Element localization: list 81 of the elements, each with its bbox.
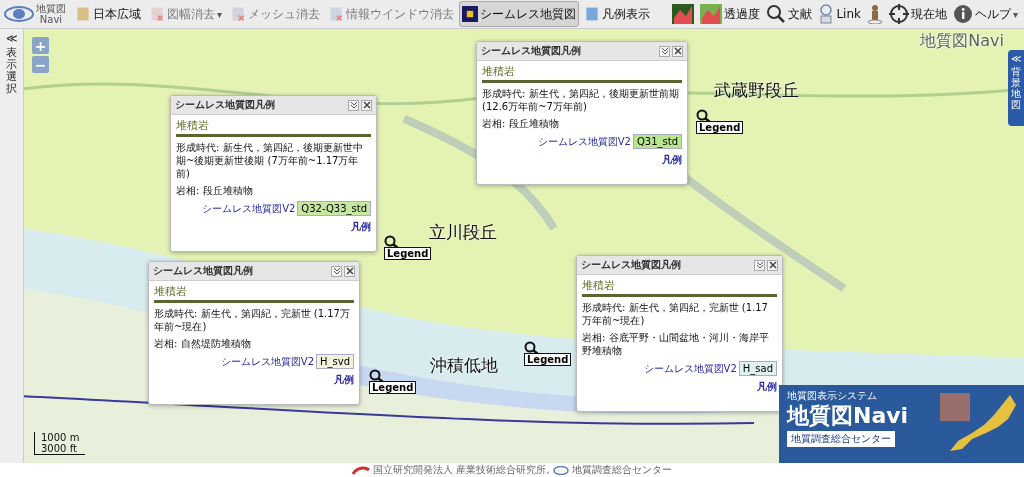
rock-type-heading: 堆積岩: [482, 64, 682, 83]
toolbar-icon: [149, 6, 165, 22]
map-title: 地質図Navi: [920, 31, 1004, 52]
toolbar-icon: [230, 6, 247, 22]
lithology-text: 岩相: 谷底平野・山間盆地・河川・海岸平野堆積物: [582, 331, 770, 357]
legend-link[interactable]: 凡例: [351, 220, 371, 234]
toolbar-button[interactable]: ヘルプ ▾: [950, 1, 1020, 27]
toolbar-button[interactable]: 透過度: [698, 1, 763, 27]
toolbar-icon: [584, 6, 601, 22]
formation-age-text: 形成時代: 新生代，第四紀，完新世 (1.17万年前~現在): [154, 307, 351, 333]
source-link[interactable]: シームレス地質図V2: [202, 201, 296, 216]
footer-text: 国立研究開発法人 産業技術総合研究所,: [373, 463, 550, 477]
formation-age-text: 形成時代: 新生代，第四紀，後期更新世前期 (12.6万年前~7万年前): [482, 87, 680, 113]
search-icon: [766, 4, 787, 24]
formation-age-text: 形成時代: 新生代，第四紀，完新世 (1.17万年前~現在): [582, 301, 769, 327]
scale-bar: 1000 m 3000 ft: [34, 432, 86, 455]
collapse-button[interactable]: [331, 265, 342, 277]
banner-subtitle: 地質図表示システム: [787, 389, 878, 403]
legend-code: H_sad: [738, 361, 777, 376]
pin-icon: [818, 4, 835, 24]
collapse-button[interactable]: [659, 45, 670, 57]
magnifier-icon: [384, 235, 400, 249]
toolbar-button[interactable]: 文献: [764, 1, 815, 27]
close-button[interactable]: [361, 99, 372, 111]
map-label: 武蔵野段丘: [714, 79, 799, 102]
legend-link[interactable]: 凡例: [334, 373, 354, 387]
logo-subtitle: Navi: [39, 14, 63, 25]
footer-text: 地質調査総合センター: [571, 463, 672, 477]
caret-icon: ▾: [217, 8, 223, 20]
close-button[interactable]: [672, 45, 683, 57]
map-thumbnail-icon: [700, 4, 723, 24]
legend-link[interactable]: 凡例: [757, 380, 777, 394]
collapse-button[interactable]: [348, 99, 359, 111]
caret-icon: ▾: [1012, 8, 1018, 20]
toolbar-button[interactable]: Link: [816, 1, 863, 27]
banner-organization: 地質調査総合センター: [787, 431, 895, 447]
collapse-button[interactable]: [754, 259, 765, 271]
close-button[interactable]: [767, 259, 778, 271]
side-panel-tab[interactable]: ≪ 表示選択: [0, 29, 24, 463]
magnifier-icon: [696, 109, 712, 123]
target-icon: [888, 4, 909, 24]
formation-age-text: 形成時代: 新生代，第四紀，後期更新世中期~後期更新世後期 (7万年前~1.17万年前): [176, 141, 364, 180]
toolbar-button[interactable]: 日本広域: [72, 1, 144, 27]
logo-icon: [4, 5, 34, 23]
lithology-text: 岩相: 段丘堆積物: [176, 184, 254, 197]
map-label: 沖積低地: [430, 354, 498, 377]
rock-type-heading: 堆積岩: [154, 284, 354, 303]
person-icon: [866, 4, 883, 24]
toolbar-button[interactable]: 凡例表示: [581, 1, 654, 27]
source-link[interactable]: シームレス地質図V2: [537, 134, 631, 149]
toolbar-icon: [75, 6, 91, 22]
lithology-text: 岩相: 段丘堆積物: [482, 117, 560, 130]
source-link[interactable]: シームレス地質図V2: [643, 361, 737, 376]
info-icon: [952, 4, 973, 24]
banner-title: 地質図Navi: [787, 403, 910, 429]
logo-title: 地質図: [36, 3, 66, 14]
popup-title: シームレス地質図凡例: [175, 98, 276, 112]
legend-code: Q32-Q33_std: [297, 201, 371, 216]
rock-type-heading: 堆積岩: [582, 278, 777, 297]
map-label: 立川段丘: [429, 221, 497, 244]
popup-title: シームレス地質図凡例: [153, 264, 254, 278]
lithology-text: 岩相: 自然堤防堆積物: [154, 337, 252, 350]
magnifier-icon: [369, 369, 385, 383]
side-panel-tab[interactable]: ≪ 背景地図: [1008, 50, 1024, 126]
toolbar-button[interactable]: シームレス地質図: [459, 1, 580, 27]
source-link[interactable]: シームレス地質図V2: [220, 354, 314, 369]
popup-title: シームレス地質図凡例: [581, 258, 682, 272]
toolbar-icon: [328, 6, 345, 22]
legend-code: Q31_std: [632, 134, 682, 149]
toolbar-button[interactable]: [670, 1, 697, 27]
magnifier-icon: [524, 341, 540, 355]
rock-type-heading: 堆積岩: [176, 118, 371, 137]
toolbar-icon: [462, 6, 479, 22]
map-thumbnail-icon: [672, 4, 695, 24]
legend-link[interactable]: 凡例: [662, 153, 682, 167]
close-button[interactable]: [344, 265, 355, 277]
toolbar-button[interactable]: 現在地: [886, 1, 949, 27]
logo-icon: [352, 465, 371, 475]
legend-code: H_svd: [316, 354, 354, 369]
logo-icon: [552, 465, 569, 475]
popup-title: シームレス地質図凡例: [481, 44, 582, 58]
